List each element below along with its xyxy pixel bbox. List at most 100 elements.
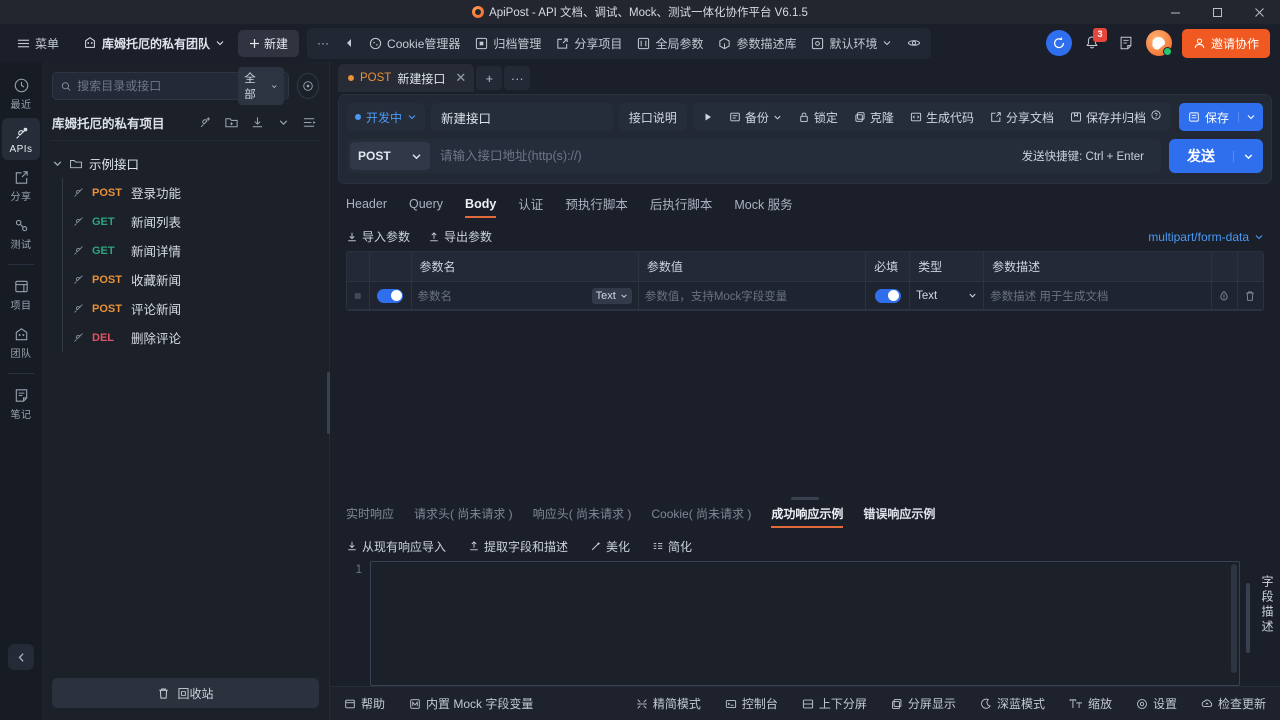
notifications-button[interactable]: 3 (1078, 28, 1107, 57)
row-delete-cell[interactable] (1237, 281, 1263, 310)
code-area[interactable] (370, 560, 1240, 686)
tab-more-button[interactable]: ··· (504, 66, 531, 90)
global-params-button[interactable]: 全局参数 (630, 30, 710, 57)
menu-button[interactable]: 菜单 (10, 30, 66, 57)
tab-post-script[interactable]: 后执行脚本 (650, 194, 713, 220)
share-project-button[interactable]: 分享项目 (549, 30, 629, 57)
notes-button[interactable] (1112, 29, 1140, 57)
run-button[interactable] (695, 105, 721, 129)
dark-mode-button[interactable]: 深蓝模式 (980, 695, 1045, 712)
list-item[interactable]: POST 收藏新闻 (42, 265, 329, 294)
tree-folder[interactable]: 示例接口 (42, 149, 329, 178)
send-dropdown[interactable] (1233, 150, 1263, 162)
team-selector[interactable]: 库姆托厄的私有团队 (76, 30, 232, 57)
splitter-grip[interactable] (791, 497, 819, 500)
import-icon[interactable] (247, 112, 267, 132)
list-item[interactable]: GET 新闻列表 (42, 207, 329, 236)
archive-manager-button[interactable]: 归档管理 (468, 30, 548, 57)
zoom-button[interactable]: 缩放 (1069, 695, 1112, 712)
tab-error-example[interactable]: 错误响应示例 (863, 505, 935, 528)
panel-splitter[interactable] (330, 493, 1280, 505)
list-item[interactable]: DEL 删除评论 (42, 323, 329, 352)
send-button[interactable]: 发送 (1169, 139, 1263, 173)
tab-realtime-response[interactable]: 实时响应 (346, 505, 394, 528)
extract-fields-button[interactable]: 提取字段和描述 (468, 538, 568, 555)
row-param-value-cell[interactable]: 参数值，支持Mock字段变量 (638, 281, 867, 310)
invite-button[interactable]: 邀请协作 (1181, 28, 1270, 58)
content-type-select[interactable]: multipart/form-data (1148, 230, 1264, 244)
environment-selector[interactable]: 默认环境 (804, 30, 899, 57)
locate-button[interactable] (296, 73, 319, 99)
rail-item-apis[interactable]: APIs (2, 118, 40, 160)
avatar[interactable] (1145, 30, 1172, 56)
save-archive-button[interactable]: 保存并归档 (1062, 105, 1169, 129)
rail-collapse-button[interactable] (8, 644, 34, 670)
param-library-button[interactable]: 参数描述库 (711, 30, 803, 57)
save-button-main[interactable]: 保存 (1179, 109, 1238, 126)
list-view-icon[interactable] (299, 112, 319, 132)
enabled-toggle[interactable] (377, 288, 403, 303)
tab-response-headers[interactable]: 响应头( 尚未请求 ) (533, 505, 632, 528)
save-dropdown[interactable] (1238, 112, 1263, 122)
sidebar-resizer[interactable] (327, 372, 330, 434)
maximize-icon[interactable] (1196, 0, 1238, 24)
lock-button[interactable]: 锁定 (790, 105, 846, 129)
tab-body[interactable]: Body (465, 197, 497, 218)
settings-button[interactable]: 设置 (1136, 695, 1177, 712)
save-button[interactable]: 保存 (1178, 103, 1263, 131)
row-type-cell[interactable]: Text (909, 281, 985, 310)
export-params-button[interactable]: 导出参数 (428, 228, 492, 245)
generate-code-button[interactable]: 生成代码 (902, 105, 982, 129)
url-input[interactable] (430, 149, 1022, 163)
rail-item-recent[interactable]: 最近 (2, 70, 40, 116)
field-description-label[interactable]: 字段描述 (1250, 575, 1276, 635)
close-icon[interactable] (1238, 0, 1280, 24)
code-scrollbar-thumb[interactable] (1231, 563, 1237, 674)
list-item[interactable]: POST 评论新闻 (42, 294, 329, 323)
search-box[interactable]: 全部 (52, 67, 289, 105)
sync-button[interactable] (1045, 30, 1072, 56)
rail-item-note[interactable]: 笔记 (2, 380, 40, 426)
rail-item-test[interactable]: 测试 (2, 210, 40, 256)
rail-item-team[interactable]: 团队 (2, 319, 40, 365)
clone-button[interactable]: 克隆 (846, 105, 902, 129)
api-doc-button[interactable]: 接口说明 (618, 103, 687, 131)
recycle-bin-button[interactable]: 回收站 (52, 678, 319, 708)
tab-auth[interactable]: 认证 (518, 194, 543, 220)
add-tab-button[interactable]: + (476, 66, 503, 90)
code-scrollbar[interactable] (1231, 563, 1237, 684)
tab-pre-script[interactable]: 预执行脚本 (565, 194, 628, 220)
tab-query[interactable]: Query (409, 197, 443, 218)
close-icon[interactable]: ✕ (455, 70, 466, 86)
row-param-name-cell[interactable]: 参数名 Text (411, 281, 639, 310)
split-screen-button[interactable]: 分屏显示 (891, 695, 956, 712)
required-toggle[interactable] (874, 288, 901, 303)
help-button[interactable]: 帮助 (344, 695, 385, 712)
mock-variables-button[interactable]: 内置 Mock 字段变量 (409, 695, 533, 712)
preview-eye-button[interactable] (900, 31, 928, 55)
share-doc-button[interactable]: 分享文档 (982, 105, 1062, 129)
check-update-button[interactable]: 检查更新 (1201, 695, 1266, 712)
tab-success-example[interactable]: 成功响应示例 (771, 505, 844, 528)
http-method-select[interactable]: POST (350, 142, 430, 170)
row-drag-handle[interactable] (347, 281, 370, 310)
tab-cookies[interactable]: Cookie( 尚未请求 ) (651, 505, 751, 528)
editor-tab[interactable]: POST 新建接口 ✕ (338, 64, 475, 92)
new-button[interactable]: 新建 (238, 29, 300, 57)
param-type-select[interactable]: Text (916, 290, 977, 302)
search-input[interactable] (77, 79, 233, 93)
import-params-button[interactable]: 导入参数 (346, 228, 410, 245)
beautify-button[interactable]: 美化 (590, 538, 630, 555)
compact-mode-button[interactable]: 精简模式 (636, 695, 701, 712)
search-filter-select[interactable]: 全部 (238, 67, 284, 105)
tab-mock-service[interactable]: Mock 服务 (734, 194, 792, 220)
row-mock-cell[interactable] (1211, 281, 1238, 310)
tab-request-headers[interactable]: 请求头( 尚未请求 ) (414, 505, 513, 528)
list-item[interactable]: GET 新闻详情 (42, 236, 329, 265)
api-status-select[interactable]: 开发中 (347, 103, 426, 131)
backup-button[interactable]: 备份 (721, 105, 790, 129)
add-api-icon[interactable] (195, 112, 215, 132)
import-from-response-button[interactable]: 从现有响应导入 (346, 538, 446, 555)
new-folder-icon[interactable] (221, 112, 241, 132)
row-enabled-toggle[interactable] (369, 281, 412, 310)
